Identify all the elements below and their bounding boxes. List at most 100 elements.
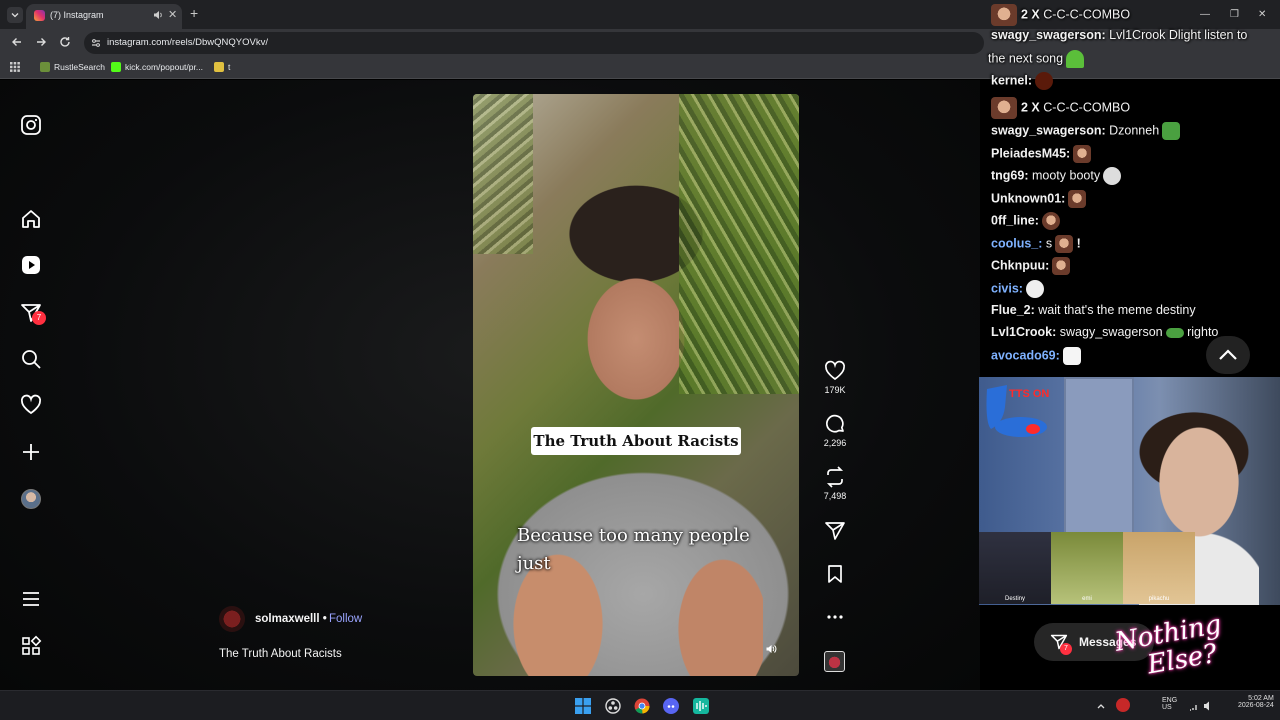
messages-badge: 7 xyxy=(1060,643,1072,655)
chat-message: PleiadesM45: xyxy=(991,145,1092,163)
share-button[interactable] xyxy=(820,520,850,542)
comment-count: 2,296 xyxy=(823,438,847,448)
face-emote-icon xyxy=(1068,190,1087,208)
tts-label: TTS ON xyxy=(1009,388,1050,400)
guest-cam-emi: emi xyxy=(1051,532,1123,604)
chat-message-continued: the next song xyxy=(988,50,1085,68)
streamer-webcam: TTS ON Destiny emi pikachu xyxy=(979,377,1280,605)
ghost-emote-icon xyxy=(1025,280,1044,298)
reels-icon[interactable] xyxy=(20,254,42,276)
windows-start-icon[interactable] xyxy=(575,698,591,714)
guest-cam-pikachu: pikachu xyxy=(1123,532,1195,604)
author-username[interactable]: solmaxwelll • xyxy=(255,613,327,625)
more-apps-icon[interactable] xyxy=(20,635,42,657)
audio-app-icon[interactable] xyxy=(693,698,709,714)
video-background-leaves xyxy=(473,94,533,254)
guest-cam-destiny: Destiny xyxy=(979,532,1051,604)
chat-message: swagy_swagerson: Dzonneh xyxy=(991,122,1181,140)
pepe-emote-icon xyxy=(1066,50,1085,68)
instagram-favicon-icon xyxy=(34,10,45,21)
network-volume-icon[interactable] xyxy=(1188,700,1218,716)
like-count: 179K xyxy=(824,385,846,395)
bookmark-rustlesearch[interactable]: RustleSearch xyxy=(40,62,105,72)
clock[interactable]: 5:02 AM 2026-08-24 xyxy=(1238,695,1274,709)
repost-button[interactable]: 7,498 xyxy=(820,466,850,501)
comment-button[interactable]: 2,296 xyxy=(820,413,850,448)
chat-message: Lvl1Crook: swagy_swagerson righto xyxy=(991,325,1219,339)
forward-arrow-icon[interactable] xyxy=(34,35,48,49)
dzonneh-emote-icon xyxy=(1162,122,1181,140)
reel-subtitle-overlay: Because too many people just xyxy=(517,525,750,574)
chrome-icon[interactable] xyxy=(634,698,650,714)
t-favicon-icon xyxy=(214,62,224,72)
reel-video[interactable]: The Truth About Racists Because too many… xyxy=(473,94,799,676)
more-options-button[interactable] xyxy=(820,609,850,625)
webcam-background-door xyxy=(1064,377,1134,537)
chat-message: 2 X C-C-C-COMBO xyxy=(991,4,1130,26)
instagram-logo-icon[interactable] xyxy=(20,114,42,136)
cat-emote-icon xyxy=(1062,347,1081,365)
repost-count: 7,498 xyxy=(823,491,847,501)
bookmark-icon xyxy=(828,565,842,583)
heart-icon xyxy=(824,360,846,381)
tab-instagram[interactable]: (7) Instagram ✕ xyxy=(26,4,182,29)
chat-message: Unknown01: xyxy=(991,190,1087,208)
face-emote-icon xyxy=(1055,235,1074,253)
notification-badge: 7 xyxy=(32,311,46,325)
rustlesearch-favicon-icon xyxy=(40,62,50,72)
bookmark-label: t xyxy=(228,62,231,72)
reel-description: The Truth About Racists xyxy=(219,648,342,660)
bookmark-t[interactable]: t xyxy=(214,62,230,72)
tts-on-badge: TTS ON xyxy=(983,383,1051,439)
search-icon[interactable] xyxy=(20,348,42,370)
tray-chevron-up-icon[interactable] xyxy=(1096,698,1112,714)
profile-avatar[interactable] xyxy=(21,489,41,509)
back-arrow-icon[interactable] xyxy=(10,35,24,49)
combo-emote-icon xyxy=(991,97,1017,119)
tab-search-button[interactable] xyxy=(7,7,23,23)
repost-icon xyxy=(826,466,844,488)
bookmark-label: RustleSearch xyxy=(54,62,106,72)
author-avatar[interactable] xyxy=(219,606,245,632)
chat-message: Flue_2: wait that's the meme destiny xyxy=(991,303,1196,317)
chat-message: Chknpuu: xyxy=(991,257,1071,275)
speaker-icon[interactable] xyxy=(152,9,164,21)
chat-message: tng69: mooty booty xyxy=(991,167,1122,185)
new-tab-plus-icon[interactable]: + xyxy=(190,5,198,21)
scroll-up-button[interactable] xyxy=(1206,336,1250,374)
home-icon[interactable] xyxy=(20,208,42,230)
chat-message: avocado69: xyxy=(991,347,1081,365)
chat-message: 0ff_line: xyxy=(991,212,1060,230)
save-button[interactable] xyxy=(820,563,850,585)
apps-grid-icon[interactable] xyxy=(10,62,20,72)
more-dots-icon xyxy=(827,615,843,619)
obs-icon[interactable] xyxy=(605,698,621,714)
discord-icon[interactable] xyxy=(663,698,679,714)
chat-message: coolus_: s ! xyxy=(991,235,1081,253)
face-emote-icon xyxy=(1041,212,1060,230)
heart-icon[interactable] xyxy=(20,394,42,416)
ball-emote-icon xyxy=(1035,72,1053,90)
chat-message: swagy_swagerson: Lvl1Crook Dlight listen… xyxy=(991,28,1248,42)
tab-close-icon[interactable]: ✕ xyxy=(168,8,177,21)
url-text: instagram.com/reels/DbwQNQYOVkv/ xyxy=(107,37,269,48)
site-info-icon[interactable] xyxy=(90,37,102,49)
language-indicator[interactable]: ENG US xyxy=(1162,697,1177,711)
pepe-emote-icon xyxy=(1165,327,1184,338)
audio-thumbnail[interactable] xyxy=(824,651,845,672)
sound-on-icon[interactable] xyxy=(765,643,777,655)
bookmark-label: kick.com/popout/pr... xyxy=(125,62,203,72)
reload-icon[interactable] xyxy=(58,35,72,49)
kick-favicon-icon xyxy=(111,62,121,72)
chat-message: 2 X C-C-C-COMBO xyxy=(991,97,1130,119)
menu-hamburger-icon[interactable] xyxy=(20,588,42,610)
video-background-palm xyxy=(679,94,799,394)
bookmark-kick[interactable]: kick.com/popout/pr... xyxy=(111,62,203,72)
create-plus-icon[interactable] xyxy=(20,441,42,463)
tray-app-icon[interactable] xyxy=(1116,698,1130,712)
instagram-sidebar: 7 xyxy=(0,80,64,690)
follow-button[interactable]: Follow xyxy=(329,613,362,625)
like-button[interactable]: 179K xyxy=(820,360,850,395)
address-bar[interactable]: instagram.com/reels/DbwQNQYOVkv/ xyxy=(84,32,984,54)
stream-chat-overlay: 2 X C-C-C-COMBO swagy_swagerson: Lvl1Cro… xyxy=(985,0,1280,376)
